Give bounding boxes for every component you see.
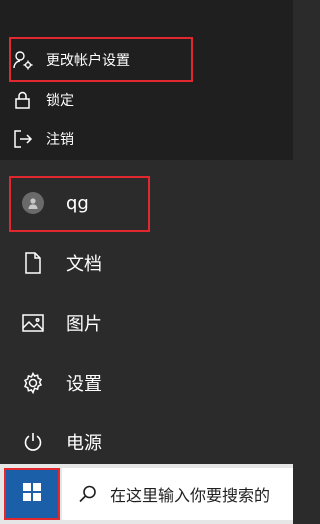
start-menu-left-pane: qg 文档 图片 设置 电源 bbox=[0, 160, 293, 464]
signout-item[interactable]: 注销 bbox=[12, 121, 192, 157]
pictures-icon bbox=[20, 310, 46, 336]
document-icon bbox=[20, 250, 46, 276]
lock-icon bbox=[12, 89, 34, 111]
taskbar: 在这里输入你要搜索的 bbox=[0, 464, 293, 524]
settings-label: 设置 bbox=[66, 374, 102, 395]
pictures-label: 图片 bbox=[66, 314, 102, 335]
power-label: 电源 bbox=[66, 433, 102, 454]
power-icon bbox=[20, 429, 46, 455]
power-button[interactable]: 电源 bbox=[0, 417, 150, 467]
highlight-user bbox=[9, 176, 150, 232]
signout-icon bbox=[12, 128, 34, 150]
search-icon bbox=[78, 484, 98, 504]
account-flyout: 更改帐户设置 锁定 注销 bbox=[0, 0, 293, 160]
search-box[interactable]: 在这里输入你要搜索的 bbox=[62, 468, 293, 520]
lock-label: 锁定 bbox=[46, 93, 74, 109]
search-placeholder: 在这里输入你要搜索的 bbox=[110, 486, 271, 505]
lock-item[interactable]: 锁定 bbox=[12, 82, 192, 118]
signout-label: 注销 bbox=[46, 132, 74, 148]
settings-button[interactable]: 设置 bbox=[0, 358, 150, 408]
documents-button[interactable]: 文档 bbox=[0, 238, 150, 288]
settings-gear-icon bbox=[20, 370, 46, 396]
highlight-change-settings bbox=[9, 37, 193, 82]
start-button[interactable] bbox=[4, 468, 60, 520]
pictures-button[interactable]: 图片 bbox=[0, 298, 150, 348]
windows-logo-icon bbox=[22, 482, 42, 506]
documents-label: 文档 bbox=[66, 254, 102, 275]
